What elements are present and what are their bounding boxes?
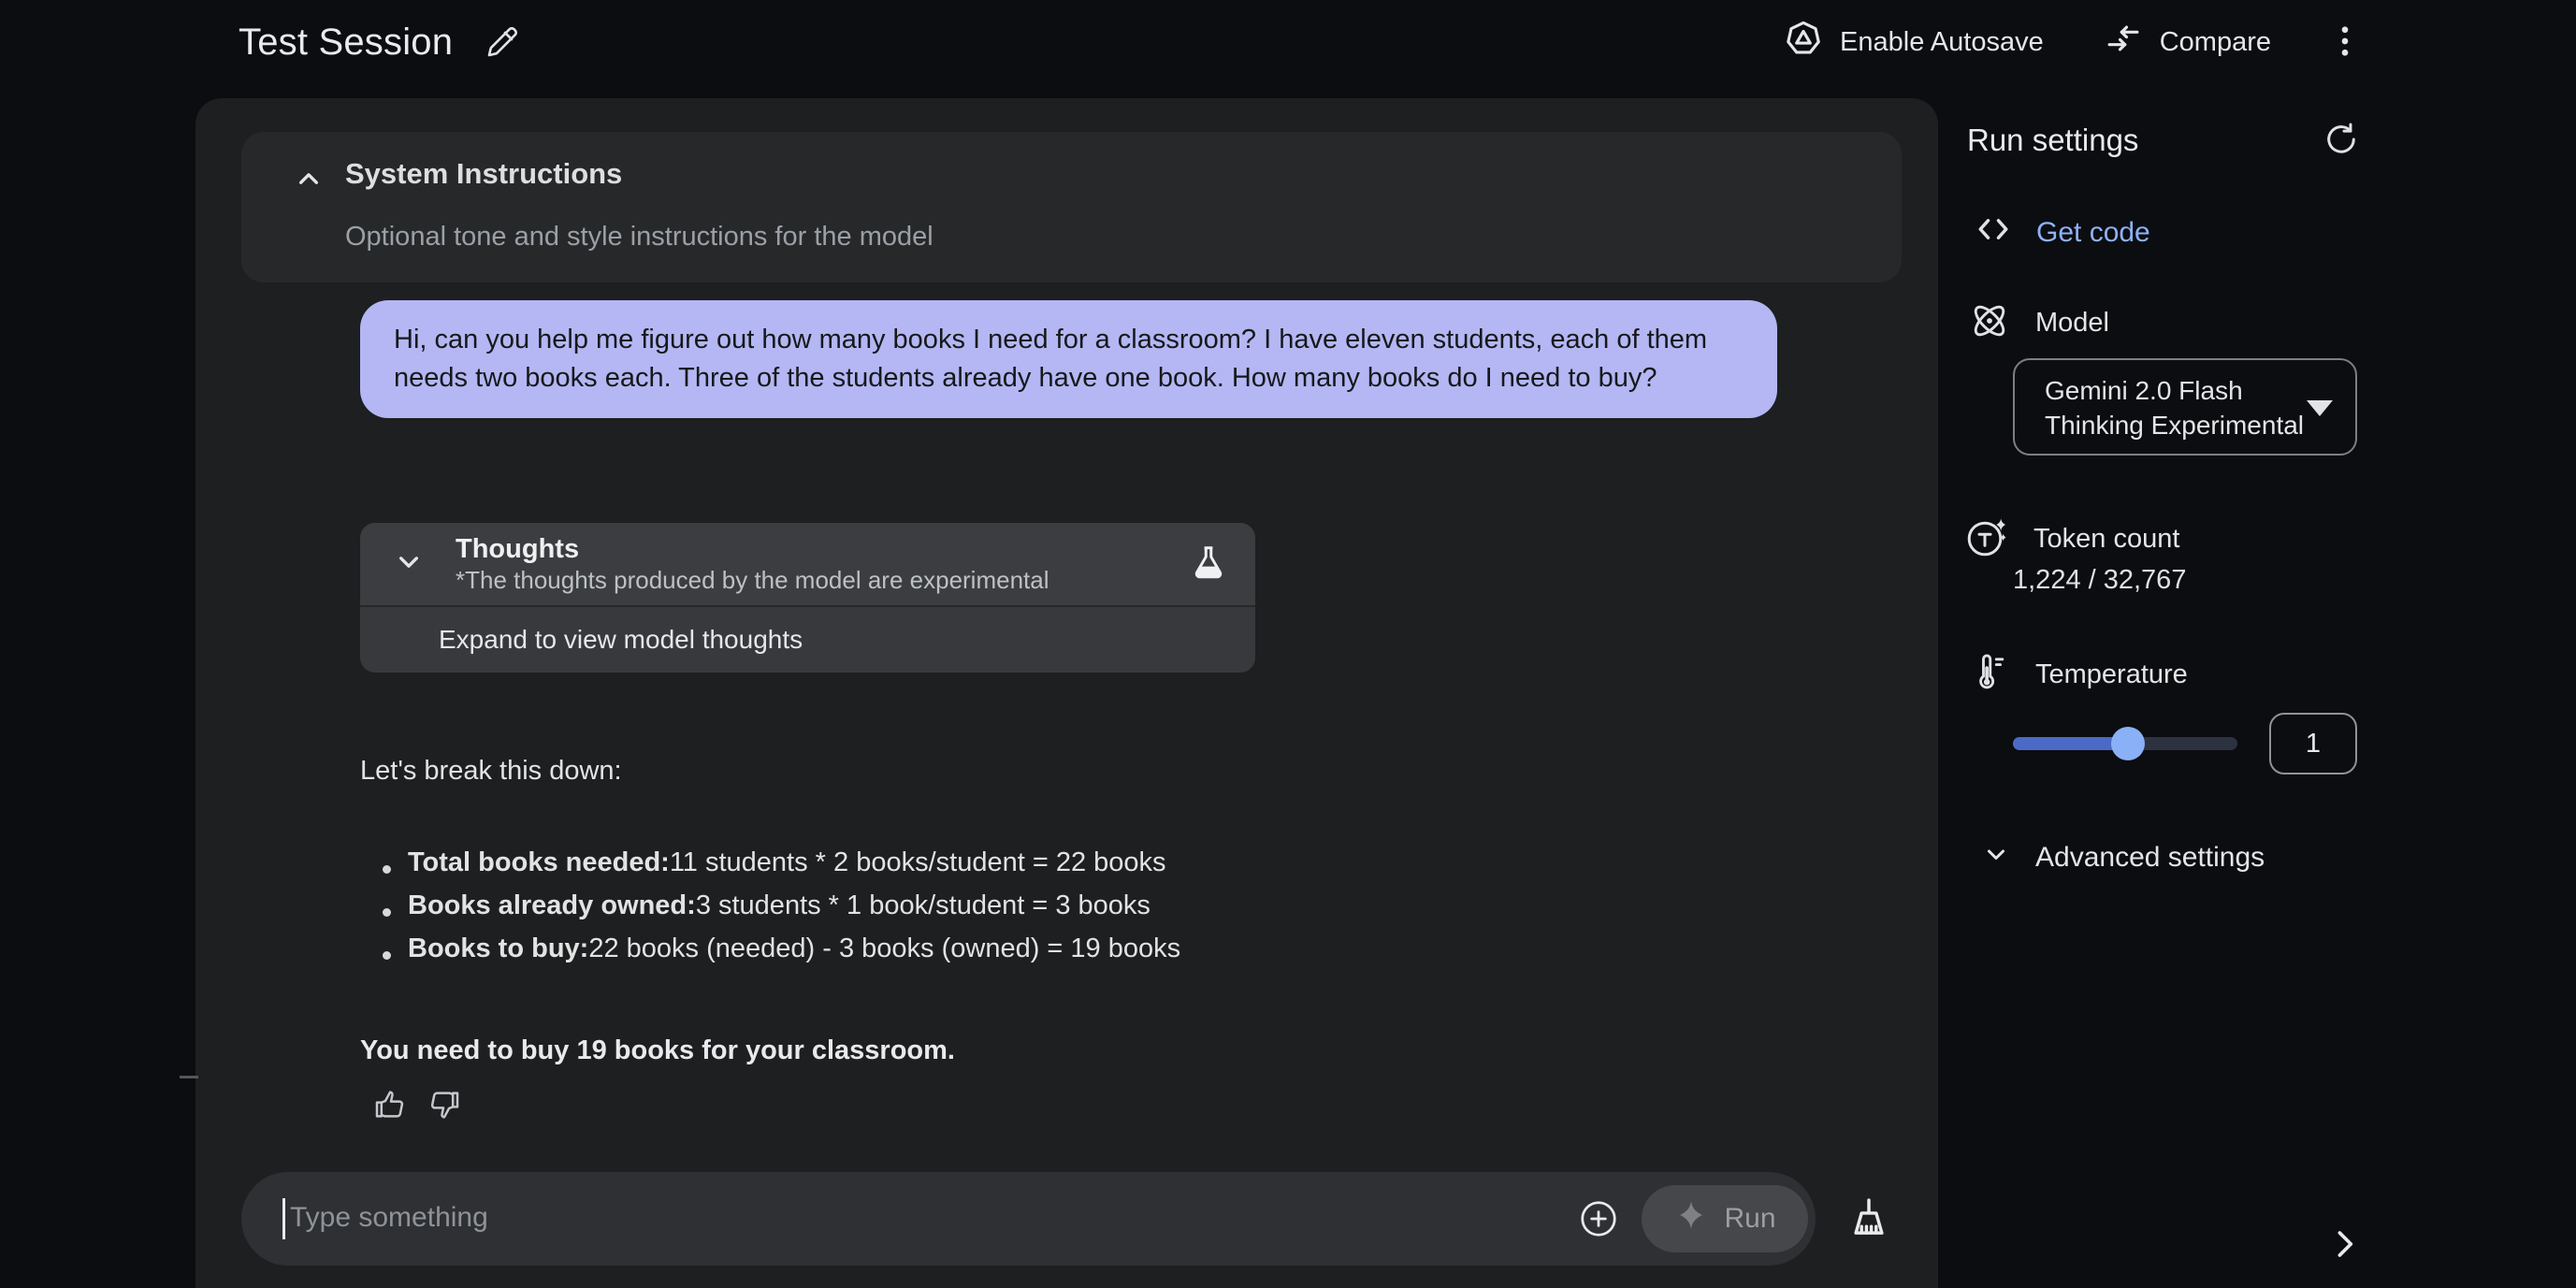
temperature-label: Temperature xyxy=(2035,659,2188,689)
model-value: Gemini 2.0 Flash Thinking Experimental xyxy=(2045,373,2304,442)
thumb-down-button[interactable] xyxy=(426,1086,463,1126)
more-options-button[interactable] xyxy=(2325,22,2365,64)
page-title: Test Session xyxy=(239,21,454,63)
response-conclusion: You need to buy 19 books for your classr… xyxy=(360,1035,955,1065)
thumb-up-button[interactable] xyxy=(371,1086,409,1126)
thoughts-expand-label: Expand to view model thoughts xyxy=(439,625,803,654)
text-cursor xyxy=(282,1198,285,1239)
broom-icon xyxy=(1845,1194,1893,1246)
sparkle-icon xyxy=(1673,1197,1709,1240)
system-instructions-panel[interactable]: System Instructions Optional tone and st… xyxy=(241,132,1902,282)
prompt-input[interactable]: Type something Run xyxy=(241,1172,1816,1266)
thoughts-panel: Thoughts *The thoughts produced by the m… xyxy=(360,523,1255,673)
code-icon xyxy=(1973,209,2014,257)
bullet-bold-text: Books to buy: xyxy=(408,933,589,963)
edit-title-button[interactable] xyxy=(485,22,522,63)
run-label: Run xyxy=(1724,1203,1776,1234)
bullet-rest-text: 3 students * 1 book/student = 3 books xyxy=(695,890,1151,920)
top-actions: Enable Autosave Compare xyxy=(1778,0,2365,84)
enable-autosave-button[interactable]: Enable Autosave xyxy=(1778,18,2049,66)
list-item: Books to buy: 22 books (needed) - 3 book… xyxy=(360,933,1180,977)
temperature-row: Temperature xyxy=(1968,651,2188,699)
chevron-up-icon xyxy=(290,160,327,202)
list-item: Total books needed: 11 students * 2 book… xyxy=(360,847,1180,890)
get-code-label: Get code xyxy=(2036,217,2150,248)
token-count-value: 1,224 / 32,767 xyxy=(2013,565,2187,595)
model-label: Model xyxy=(2035,308,2109,338)
model-icon xyxy=(1968,299,2011,347)
slider-thumb[interactable] xyxy=(2111,727,2145,760)
thoughts-expand-row[interactable]: Expand to view model thoughts xyxy=(360,607,1255,673)
bullet-rest-text: 22 books (needed) - 3 books (owned) = 19… xyxy=(588,933,1181,963)
chat-panel: System Instructions Optional tone and st… xyxy=(195,98,1938,1288)
add-media-button[interactable] xyxy=(1578,1198,1619,1242)
compare-button[interactable]: Compare xyxy=(2098,18,2277,66)
reset-settings-button[interactable] xyxy=(2322,120,2361,162)
thoughts-header[interactable]: Thoughts *The thoughts produced by the m… xyxy=(360,523,1255,605)
response-intro: Let's break this down: xyxy=(360,756,622,786)
dropdown-arrow-icon xyxy=(2307,400,2333,421)
thoughts-titles: Thoughts *The thoughts produced by the m… xyxy=(456,533,1049,595)
model-value-line2: Thinking Experimental xyxy=(2045,411,2305,440)
run-settings-title: Run settings xyxy=(1967,123,2139,157)
list-item: Books already owned: 3 students * 1 book… xyxy=(360,890,1180,933)
user-message-bubble: Hi, can you help me figure out how many … xyxy=(360,300,1777,418)
model-value-line1: Gemini 2.0 Flash xyxy=(2045,376,2243,405)
get-code-button[interactable]: Get code xyxy=(1967,208,2156,258)
refresh-icon xyxy=(2322,120,2361,162)
bullet-rest-text: 11 students * 2 books/student = 22 books xyxy=(669,847,1166,877)
app-root: Test Session Enable Autosave Compare Sys… xyxy=(0,0,2576,1288)
top-bar: Test Session xyxy=(239,0,522,84)
advanced-settings-label: Advanced settings xyxy=(2035,842,2265,873)
temperature-slider[interactable] xyxy=(2013,725,2237,762)
feedback-buttons xyxy=(371,1086,463,1126)
enable-autosave-label: Enable Autosave xyxy=(1840,26,2044,57)
run-button[interactable]: Run xyxy=(1642,1185,1808,1252)
pencil-icon xyxy=(485,22,522,63)
user-message-text: Hi, can you help me figure out how many … xyxy=(394,325,1708,393)
thumb-down-icon xyxy=(426,1086,463,1126)
thoughts-title: Thoughts xyxy=(456,534,580,564)
temperature-value-box[interactable]: 1 xyxy=(2269,713,2357,774)
thoughts-disclaimer: *The thoughts produced by the model are … xyxy=(456,566,1049,594)
run-settings-header: Run settings xyxy=(1967,110,2361,170)
chevron-down-icon xyxy=(390,543,427,586)
chevron-down-icon xyxy=(1979,837,2013,878)
thumb-up-icon xyxy=(371,1086,409,1126)
system-instructions-placeholder[interactable]: Optional tone and style instructions for… xyxy=(345,222,933,253)
temperature-value: 1 xyxy=(2305,728,2322,759)
scrollbar-mark[interactable] xyxy=(180,1076,198,1078)
compare-arrows-icon xyxy=(2104,19,2143,65)
compare-label: Compare xyxy=(2159,26,2271,57)
bullet-icon xyxy=(383,864,391,874)
collapse-panel-button[interactable] xyxy=(2323,1223,2365,1267)
autosave-icon xyxy=(1784,19,1823,65)
model-row: Model xyxy=(1968,299,2109,347)
system-instructions-title: System Instructions xyxy=(345,157,623,190)
response-bullet-list: Total books needed: 11 students * 2 book… xyxy=(360,847,1180,977)
advanced-settings-toggle[interactable]: Advanced settings xyxy=(1974,836,2270,879)
plus-circle-icon xyxy=(1578,1198,1619,1242)
bullet-bold-text: Books already owned: xyxy=(408,890,696,920)
chevron-right-icon xyxy=(2323,1223,2365,1267)
model-select[interactable]: Gemini 2.0 Flash Thinking Experimental xyxy=(2013,358,2357,456)
token-count-row: Token count xyxy=(1964,514,2179,564)
more-vert-icon xyxy=(2325,22,2365,64)
bullet-icon xyxy=(383,950,391,960)
token-count-label: Token count xyxy=(2033,524,2180,554)
token-count-icon xyxy=(1964,514,2009,564)
clear-chat-button[interactable] xyxy=(1845,1194,1893,1246)
prompt-placeholder: Type something xyxy=(290,1202,488,1233)
thermometer-icon xyxy=(1968,651,2011,699)
bullet-icon xyxy=(383,907,391,917)
bullet-bold-text: Total books needed: xyxy=(408,847,670,877)
flask-icon xyxy=(1188,543,1229,585)
